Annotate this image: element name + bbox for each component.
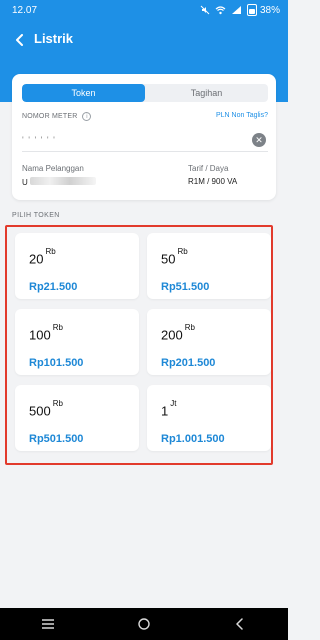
tariff-block: Tarif / Daya R1M / 900 VA bbox=[188, 164, 268, 186]
token-amount: 500 Rb bbox=[29, 399, 63, 419]
token-option-20rb[interactable]: 20 Rb Rp21.500 bbox=[15, 233, 139, 299]
battery-text: 38% bbox=[259, 4, 280, 16]
token-options-grid: 20 Rb Rp21.500 50 Rb Rp51.500 100 Rb Rp101.… bbox=[5, 225, 273, 465]
meter-label-group: NOMOR METER i bbox=[22, 112, 92, 121]
token-price: Rp51.500 bbox=[161, 281, 210, 293]
token-amount: 1 Jt bbox=[161, 399, 177, 419]
info-icon[interactable]: i bbox=[82, 112, 92, 121]
home-button[interactable] bbox=[132, 612, 156, 636]
battery-indicator: 38% bbox=[246, 4, 280, 16]
signal-icon bbox=[231, 4, 243, 16]
redacted-name bbox=[30, 177, 97, 185]
token-option-500rb[interactable]: 500 Rb Rp501.500 bbox=[15, 385, 139, 451]
tab-bar: Token Tagihan bbox=[22, 84, 268, 102]
token-amount: 100 Rb bbox=[29, 323, 63, 343]
meter-header: NOMOR METER i PLN Non Taglis? bbox=[22, 112, 268, 124]
status-time: 12.07 bbox=[12, 5, 38, 16]
customer-info: Nama Pelanggan U Tarif / Daya R1M / 900 … bbox=[22, 164, 268, 192]
status-icons: 38% bbox=[199, 4, 280, 16]
meter-card: Token Tagihan NOMOR METER i PLN Non Tagl… bbox=[12, 74, 276, 200]
system-back-button[interactable] bbox=[228, 612, 252, 636]
battery-icon bbox=[246, 4, 257, 16]
status-bar: 12.07 38% bbox=[0, 0, 288, 22]
customer-name-value: U bbox=[22, 177, 97, 187]
wifi-icon bbox=[215, 4, 227, 16]
back-button[interactable] bbox=[10, 30, 30, 50]
token-option-100rb[interactable]: 100 Rb Rp101.500 bbox=[15, 309, 139, 375]
customer-name-block: Nama Pelanggan U bbox=[22, 164, 97, 187]
home-circle-icon bbox=[138, 618, 150, 630]
system-nav-bar bbox=[0, 608, 288, 640]
meter-number-field[interactable]: ' ' ' ' ' ' ✕ bbox=[22, 128, 268, 152]
customer-name-label: Nama Pelanggan bbox=[22, 164, 84, 173]
chevron-left-icon bbox=[236, 618, 243, 630]
menu-icon bbox=[42, 619, 54, 629]
tariff-value: R1M / 900 VA bbox=[188, 177, 238, 186]
chevron-left-icon bbox=[16, 34, 23, 46]
screen: 12.07 38% Listrik Token Tagihan NOMOR ME… bbox=[0, 0, 288, 640]
section-label: PILIH TOKEN bbox=[12, 212, 60, 219]
token-amount: 200 Rb bbox=[161, 323, 195, 343]
pln-non-taglis-link[interactable]: PLN Non Taglis? bbox=[216, 112, 268, 119]
app-bar: Listrik bbox=[0, 24, 288, 56]
token-amount: 50 Rb bbox=[161, 247, 188, 267]
token-option-1jt[interactable]: 1 Jt Rp1.001.500 bbox=[147, 385, 271, 451]
token-price: Rp101.500 bbox=[29, 357, 84, 369]
token-amount: 20 Rb bbox=[29, 247, 56, 267]
page-title: Listrik bbox=[34, 31, 74, 46]
meter-number-value: ' ' ' ' ' ' bbox=[22, 135, 56, 145]
token-price: Rp201.500 bbox=[161, 357, 216, 369]
mute-icon bbox=[199, 4, 211, 16]
tariff-label: Tarif / Daya bbox=[188, 164, 229, 173]
tab-tagihan[interactable]: Tagihan bbox=[145, 84, 268, 102]
token-option-200rb[interactable]: 200 Rb Rp201.500 bbox=[147, 309, 271, 375]
token-price: Rp501.500 bbox=[29, 433, 84, 445]
meter-label: NOMOR METER bbox=[22, 113, 78, 120]
token-price: Rp21.500 bbox=[29, 281, 78, 293]
clear-icon[interactable]: ✕ bbox=[252, 133, 266, 147]
token-option-50rb[interactable]: 50 Rb Rp51.500 bbox=[147, 233, 271, 299]
token-price: Rp1.001.500 bbox=[161, 433, 225, 445]
tab-token[interactable]: Token bbox=[22, 84, 145, 102]
recent-apps-button[interactable] bbox=[36, 612, 60, 636]
